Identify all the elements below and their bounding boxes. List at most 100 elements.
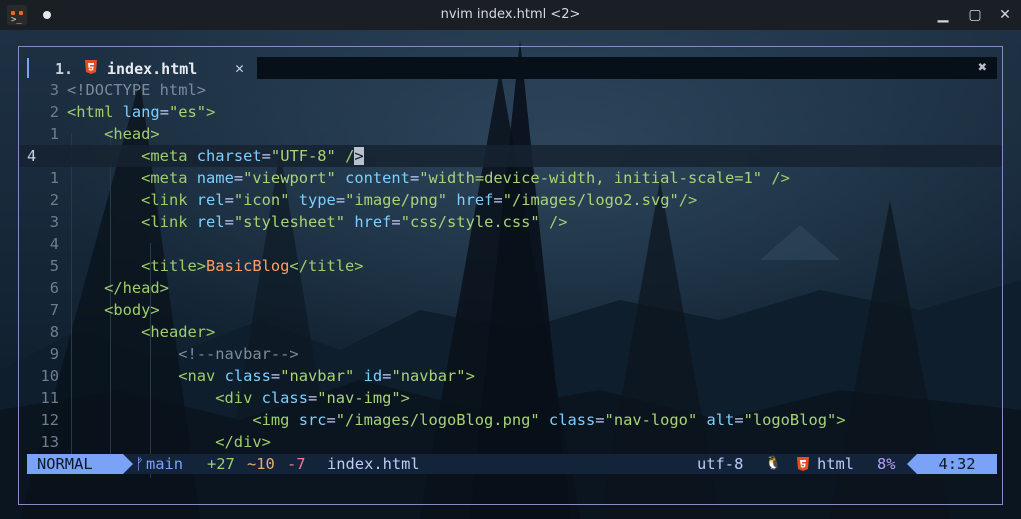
code-line[interactable]: 3 <link rel="stylesheet" href="css/style… <box>19 211 1002 233</box>
code-line[interactable]: 8 <header> <box>19 321 1002 343</box>
git-branch: main <box>146 455 184 473</box>
line-code: <!DOCTYPE html> <box>67 79 206 101</box>
code-token: <title> <box>141 257 207 275</box>
code-token: "nav-logo" <box>604 411 698 429</box>
code-line[interactable]: 2 <html lang="es"> <box>19 101 1002 123</box>
code-token: = <box>233 169 244 187</box>
code-token: <nav <box>178 367 216 385</box>
code-line[interactable]: 12 <img src="/images/logoBlog.png" class… <box>19 409 1002 431</box>
code-token: content <box>345 169 410 187</box>
code-token: / <box>345 147 355 165</box>
close-all-icon[interactable]: ✖ <box>978 58 987 76</box>
code-token: <header> <box>141 323 216 341</box>
code-token: "es" <box>168 103 207 121</box>
line-code: </head> <box>67 277 169 299</box>
line-number: 3 <box>49 81 59 99</box>
code-token: <link <box>141 191 188 209</box>
code-token: <body> <box>104 301 160 319</box>
line-code: <title>BasicBlog</title> <box>67 255 364 277</box>
line-code: <img src="/images/logoBlog.png" class="n… <box>67 409 845 431</box>
code-token: </title> <box>289 257 364 275</box>
code-token: BasicBlog <box>206 257 290 275</box>
code-token: = <box>261 147 271 165</box>
tab-close-icon[interactable]: ✕ <box>235 59 244 77</box>
code-token: = <box>224 191 234 209</box>
code-token: = <box>326 411 336 429</box>
code-token: > <box>400 389 410 407</box>
line-code: <nav class="navbar" id="navbar"> <box>67 365 475 387</box>
code-token: <div <box>215 389 253 407</box>
code-token: = <box>595 411 605 429</box>
code-line[interactable]: 10 <nav class="navbar" id="navbar"> <box>19 365 1002 387</box>
code-token: = <box>270 367 281 385</box>
line-code: <link rel="stylesheet" href="css/style.c… <box>67 211 567 233</box>
line-number: 7 <box>49 301 59 319</box>
line-number: 1 <box>49 125 59 143</box>
html5-icon <box>797 457 809 471</box>
code-token: class <box>261 389 308 407</box>
code-line[interactable]: 11 <div class="nav-img"> <box>19 387 1002 409</box>
line-code: <!--navbar--> <box>67 343 299 365</box>
tab-indicator <box>27 58 29 78</box>
code-token: <meta <box>141 147 188 165</box>
code-line[interactable]: 7 <body> <box>19 299 1002 321</box>
maximize-button[interactable]: ▢ <box>965 5 985 25</box>
code-line[interactable]: 1 <head> <box>19 123 1002 145</box>
code-line[interactable]: 4 <box>19 233 1002 255</box>
code-token: <html <box>67 103 114 121</box>
code-token: = <box>159 103 169 121</box>
close-button[interactable]: ✕ <box>995 5 1015 25</box>
code-line[interactable]: 3 <!DOCTYPE html> <box>19 79 1002 101</box>
line-number: 2 <box>49 191 59 209</box>
code-line[interactable]: 5 <title>BasicBlog</title> <box>19 255 1002 277</box>
git-changed: ~10 <box>247 455 275 473</box>
code-token: "navbar" <box>280 367 355 385</box>
line-code: </div> <box>67 431 271 453</box>
code-token: <meta <box>141 169 188 187</box>
file-encoding: utf-8 <box>697 455 744 473</box>
cursor-line[interactable]: 4 <meta charset="UTF-8" /> <box>19 145 1002 167</box>
code-line[interactable]: 6 </head> <box>19 277 1002 299</box>
code-token: = <box>391 213 401 231</box>
code-token: "image/png" <box>345 191 448 209</box>
code-token: = <box>734 411 744 429</box>
line-code: <head> <box>67 123 160 145</box>
line-number: 2 <box>49 103 59 121</box>
code-token: href <box>456 191 494 209</box>
git-added: +27 <box>207 455 235 473</box>
tab-filename[interactable]: index.html <box>107 60 197 78</box>
code-token: = <box>493 191 503 209</box>
terminal-frame: 1. index.html ✕ ✖ 3 <!DOCTYPE html> 2 <html… <box>18 46 1003 505</box>
code-token: alt <box>706 411 735 429</box>
code-token: = <box>409 169 420 187</box>
code-line[interactable]: 2 <link rel="icon" type="image/png" href… <box>19 189 1002 211</box>
code-line[interactable]: 9 <!--navbar--> <box>19 343 1002 365</box>
code-line[interactable]: 1 <meta name="viewport" content="width=d… <box>19 167 1002 189</box>
code-line[interactable]: 13 </div> <box>19 431 1002 453</box>
code-token: /> <box>678 191 698 209</box>
minimize-button[interactable]: ▁ <box>933 5 953 25</box>
code-token: class <box>224 367 271 385</box>
window-titlebar: >_ nvim index.html <2> ▁ ▢ ✕ <box>0 0 1021 30</box>
code-token: "UTF-8" <box>270 147 336 165</box>
code-token: <!--navbar--> <box>178 345 299 363</box>
code-token: "/images/logo2.svg" <box>502 191 679 209</box>
git-branch-icon: ᚠ <box>135 455 145 473</box>
line-code: <div class="nav-img"> <box>67 387 410 409</box>
line-number: 3 <box>49 213 59 231</box>
line-number: 6 <box>49 279 59 297</box>
